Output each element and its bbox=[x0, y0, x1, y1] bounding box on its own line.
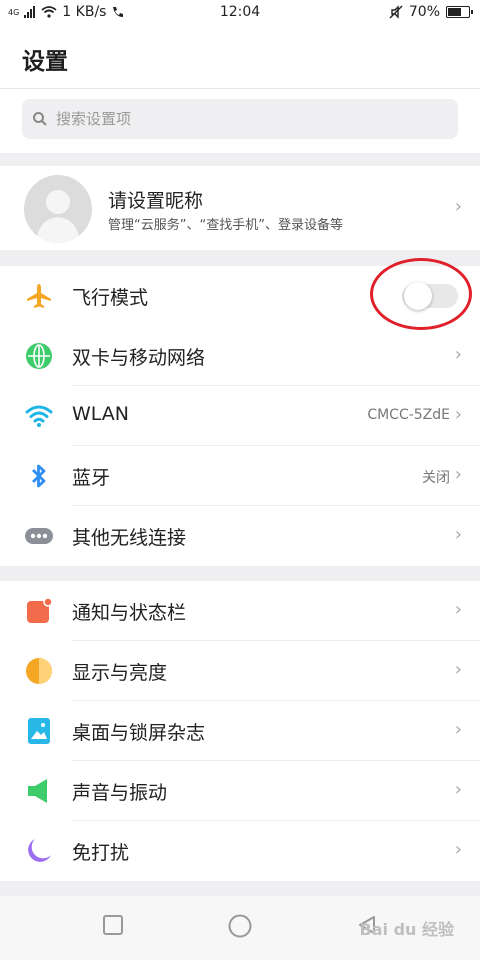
notification-row[interactable]: 通知与状态栏 › bbox=[0, 581, 480, 641]
avatar bbox=[24, 175, 92, 243]
wireless-group: 飞行模式 双卡与移动网络 › WLAN CMCC-5ZdE › 蓝牙 关闭 › … bbox=[0, 258, 480, 566]
chevron-right-icon: › bbox=[454, 404, 462, 425]
globe-icon bbox=[26, 343, 52, 369]
chevron-right-icon: › bbox=[454, 524, 462, 545]
chevron-right-icon: › bbox=[454, 719, 462, 740]
wlan-label: WLAN bbox=[72, 403, 130, 425]
wlan-value: CMCC-5ZdE bbox=[367, 407, 450, 423]
watermark: Bai du 经验 bbox=[359, 920, 454, 939]
wlan-row[interactable]: WLAN CMCC-5ZdE › bbox=[0, 386, 480, 446]
chevron-right-icon: › bbox=[454, 779, 462, 800]
status-bar: 4G 1 KB/s 12:04 70% bbox=[0, 0, 480, 26]
default-avatar-icon bbox=[36, 190, 80, 243]
dnd-row[interactable]: 免打扰 › bbox=[0, 821, 480, 881]
battery-percent: 70% bbox=[408, 4, 440, 20]
profile-name: 请设置昵称 bbox=[108, 190, 204, 212]
profile-subtitle: 管理“云服务”、“查找手机”、登录设备等 bbox=[108, 218, 343, 233]
chevron-right-icon: › bbox=[454, 599, 462, 620]
airplane-icon bbox=[27, 284, 51, 308]
bluetooth-label: 蓝牙 bbox=[72, 467, 111, 489]
other-wireless-label: 其他无线连接 bbox=[72, 527, 187, 549]
chevron-right-icon: › bbox=[454, 196, 462, 217]
chevron-right-icon: › bbox=[454, 839, 462, 860]
header: 设置 bbox=[0, 26, 480, 89]
dnd-label: 免打扰 bbox=[72, 842, 130, 864]
airplane-mode-row[interactable]: 飞行模式 bbox=[0, 258, 480, 330]
more-dots-icon bbox=[25, 528, 53, 544]
sound-row[interactable]: 声音与振动 › bbox=[0, 761, 480, 821]
sound-label: 声音与振动 bbox=[72, 782, 168, 804]
recent-apps-button[interactable] bbox=[102, 914, 124, 936]
chevron-right-icon: › bbox=[454, 659, 462, 680]
chevron-right-icon: › bbox=[454, 344, 462, 365]
home-button[interactable] bbox=[228, 914, 252, 938]
display-row[interactable]: 显示与亮度 › bbox=[0, 641, 480, 701]
account-row[interactable]: 请设置昵称 管理“云服务”、“查找手机”、登录设备等 › bbox=[0, 166, 480, 250]
status-right: 70% bbox=[389, 4, 473, 20]
airplane-mode-label: 飞行模式 bbox=[72, 287, 149, 309]
wallpaper-icon bbox=[28, 718, 50, 744]
navigation-bar: Bai du 经验 bbox=[0, 896, 480, 960]
battery-fill bbox=[448, 8, 462, 16]
dual-sim-row[interactable]: 双卡与移动网络 › bbox=[0, 326, 480, 386]
desktop-label: 桌面与锁屏杂志 bbox=[72, 722, 206, 744]
notification-icon bbox=[27, 597, 53, 623]
search-input[interactable] bbox=[54, 109, 438, 129]
search-icon bbox=[33, 112, 47, 126]
highlight-circle bbox=[370, 258, 472, 330]
desktop-row[interactable]: 桌面与锁屏杂志 › bbox=[0, 701, 480, 761]
bluetooth-value: 关闭 bbox=[422, 470, 450, 486]
mute-icon bbox=[389, 5, 403, 19]
display-label: 显示与亮度 bbox=[72, 662, 168, 684]
battery-icon bbox=[446, 6, 473, 18]
chevron-right-icon: › bbox=[454, 464, 462, 485]
search-section bbox=[0, 89, 480, 153]
bluetooth-icon bbox=[32, 464, 46, 488]
search-box[interactable] bbox=[22, 99, 458, 139]
bluetooth-row[interactable]: 蓝牙 关闭 › bbox=[0, 446, 480, 506]
page-title: 设置 bbox=[22, 49, 68, 75]
dual-sim-label: 双卡与移动网络 bbox=[72, 347, 206, 369]
brightness-icon bbox=[26, 658, 52, 684]
other-wireless-row[interactable]: 其他无线连接 › bbox=[0, 506, 480, 566]
notification-label: 通知与状态栏 bbox=[72, 602, 187, 624]
system-group: 通知与状态栏 › 显示与亮度 › 桌面与锁屏杂志 › 声音与振动 › 免打扰 › bbox=[0, 581, 480, 881]
moon-icon bbox=[28, 839, 51, 862]
wifi-icon bbox=[25, 405, 53, 427]
speaker-icon bbox=[28, 779, 47, 803]
